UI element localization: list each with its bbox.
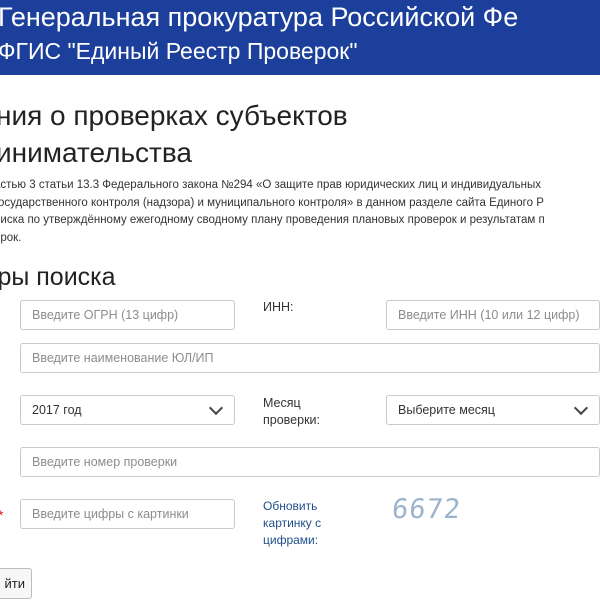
search-section-title: тры поиска bbox=[0, 263, 116, 291]
chevron-down-icon bbox=[573, 400, 589, 416]
refresh-captcha-line1: Обновить bbox=[263, 499, 318, 513]
ogrn-input[interactable] bbox=[20, 300, 235, 330]
inn-input[interactable] bbox=[386, 300, 600, 330]
chevron-down-icon bbox=[208, 400, 224, 416]
page-title: ния о проверках субъектов инимательства bbox=[0, 97, 348, 171]
site-header: Генеральная прокуратура Российской Фе ФГ… bbox=[0, 0, 600, 75]
month-select-value: Выберите месяц bbox=[398, 403, 495, 417]
captcha-input[interactable] bbox=[20, 499, 235, 529]
refresh-captcha-link[interactable]: Обновить картинку с цифрами: bbox=[263, 498, 321, 549]
year-select-value: 2017 год bbox=[32, 403, 82, 417]
month-label-line1: Месяц bbox=[263, 396, 301, 410]
company-name-input[interactable] bbox=[20, 343, 600, 373]
intro-line2: государственного контроля (надзора) и му… bbox=[0, 196, 544, 209]
header-title: Генеральная прокуратура Российской Фе bbox=[0, 2, 519, 32]
main-content: ния о проверках субъектов инимательства … bbox=[0, 75, 600, 600]
year-select[interactable]: 2017 год bbox=[20, 395, 235, 425]
month-label: Месяц проверки: bbox=[263, 395, 320, 429]
intro-line3: оиска по утверждённому ежегодному сводно… bbox=[0, 214, 545, 226]
intro-line4: ерок. bbox=[0, 231, 22, 244]
intro-text: астью 3 статьи 13.3 Федерального закона … bbox=[0, 177, 545, 247]
inn-label: ИНН: bbox=[263, 300, 294, 314]
captcha-image: 6672 bbox=[390, 494, 463, 525]
page-title-line2: инимательства bbox=[0, 137, 192, 168]
refresh-captcha-line2: картинку с bbox=[263, 516, 322, 530]
header-subtitle: ФГИС "Единый Реестр Проверок" bbox=[0, 38, 358, 64]
required-mark: * bbox=[0, 507, 3, 523]
page-title-line1: ния о проверках субъектов bbox=[0, 100, 348, 131]
search-button[interactable]: йти bbox=[0, 568, 32, 599]
month-select[interactable]: Выберите месяц bbox=[386, 395, 600, 425]
inspection-number-input[interactable] bbox=[20, 447, 600, 477]
refresh-captcha-line3: цифрами: bbox=[263, 533, 319, 547]
intro-line1: астью 3 статьи 13.3 Федерального закона … bbox=[0, 179, 541, 191]
month-label-line2: проверки: bbox=[263, 413, 321, 427]
